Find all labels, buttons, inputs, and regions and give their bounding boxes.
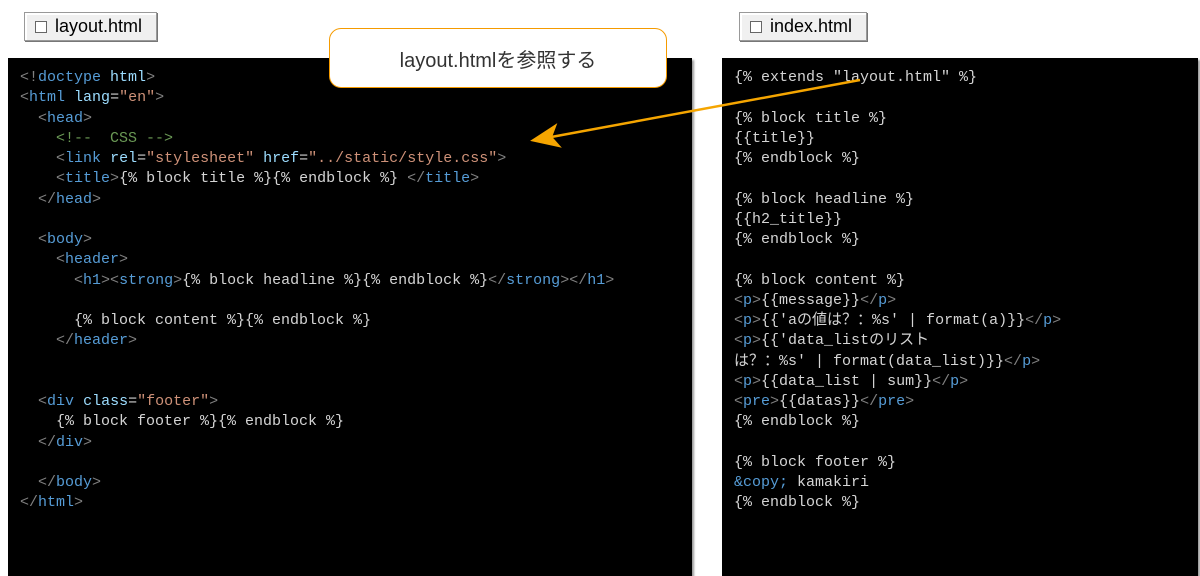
tab-index-html[interactable]: index.html — [739, 12, 867, 41]
tab-layout-html[interactable]: layout.html — [24, 12, 157, 41]
code-editor-index[interactable]: {% extends "layout.html" %} {% block tit… — [722, 58, 1198, 576]
tab-label: layout.html — [55, 16, 142, 37]
tab-icon — [35, 21, 47, 33]
tab-label: index.html — [770, 16, 852, 37]
callout-text: layout.htmlを参照する — [400, 44, 597, 73]
tab-icon — [750, 21, 762, 33]
callout-box: layout.htmlを参照する — [329, 28, 667, 88]
code-editor-layout[interactable]: <!doctype html> <html lang="en"> <head> … — [8, 58, 692, 576]
